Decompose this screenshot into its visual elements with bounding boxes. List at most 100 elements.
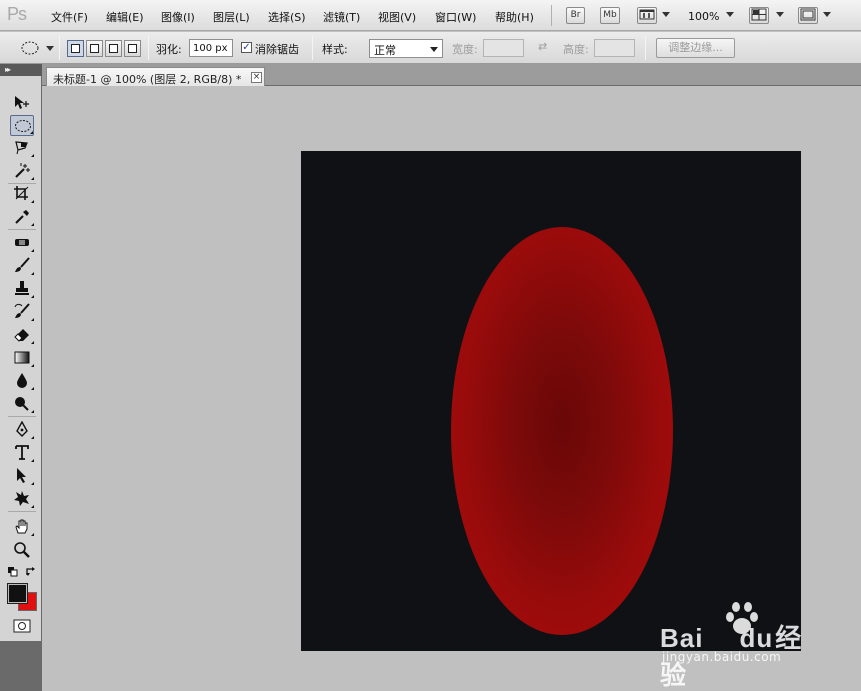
toolbox <box>0 76 42 691</box>
magic-wand-tool[interactable] <box>10 160 34 181</box>
tool-flyout-indicator <box>31 200 34 203</box>
hand-tool[interactable] <box>10 516 34 537</box>
document-canvas[interactable] <box>301 151 801 651</box>
options-bar: 羽化: ✓ 消除锯齿 样式: 正常 宽度: ⇄ 高度: 调整边缘... <box>0 32 861 64</box>
arrange-documents-button[interactable] <box>749 7 769 24</box>
document-tab[interactable]: 未标题-1 @ 100% (图层 2, RGB/8) * × <box>46 67 265 86</box>
tool-flyout-indicator <box>31 177 34 180</box>
tool-flyout-indicator <box>31 295 34 298</box>
menu-separator <box>551 5 552 26</box>
zoom-level[interactable]: 100% <box>688 10 719 23</box>
baidu-jingyan-watermark: Bai du经验 jingyan.baidu.com <box>660 600 820 690</box>
width-label: 宽度: <box>452 43 478 56</box>
antialias-checkbox[interactable]: ✓ <box>241 42 252 53</box>
zoom-tool[interactable] <box>10 539 34 560</box>
foreground-color-swatch[interactable] <box>7 583 28 604</box>
tool-flyout-indicator <box>31 318 34 321</box>
feather-input[interactable] <box>189 39 233 57</box>
menu-image[interactable]: 图像(I) <box>161 9 195 25</box>
tool-separator <box>8 416 36 417</box>
eyedropper-tool[interactable] <box>10 206 34 227</box>
refine-edge-button[interactable]: 调整边缘... <box>656 38 735 58</box>
dodge-icon <box>15 397 29 411</box>
chevron-down-icon[interactable] <box>662 12 670 17</box>
options-separator <box>312 36 313 60</box>
options-separator <box>59 36 60 60</box>
history-brush-icon <box>14 303 30 318</box>
tool-flyout-indicator <box>30 131 33 134</box>
hand-icon <box>15 519 28 534</box>
menu-filter[interactable]: 滤镜(T) <box>323 9 360 25</box>
watermark-url: jingyan.baidu.com <box>662 650 782 664</box>
red-ellipse-layer <box>451 227 673 635</box>
pen-icon <box>16 421 28 437</box>
chevron-down-icon[interactable] <box>776 12 784 17</box>
lasso-icon <box>15 141 28 155</box>
document-tab-bar: 未标题-1 @ 100% (图层 2, RGB/8) * × <box>42 64 861 86</box>
width-input[interactable] <box>483 39 524 57</box>
menu-edit[interactable]: 编辑(E) <box>106 9 144 25</box>
eraser-tool[interactable] <box>10 324 34 345</box>
gradient-icon <box>14 351 30 364</box>
magnifier-icon <box>14 542 30 558</box>
crop-tool[interactable] <box>10 183 34 204</box>
menu-select[interactable]: 选择(S) <box>268 9 306 25</box>
menu-window[interactable]: 窗口(W) <box>435 9 476 25</box>
intersect-selection-mode[interactable] <box>124 40 141 57</box>
move-tool[interactable] <box>10 92 34 113</box>
menu-help[interactable]: 帮助(H) <box>495 9 534 25</box>
swap-icon[interactable]: ⇄ <box>538 40 547 53</box>
options-separator <box>645 36 646 60</box>
blur-tool[interactable] <box>10 370 34 391</box>
type-tool[interactable] <box>10 442 34 463</box>
chevron-down-icon[interactable] <box>726 12 734 17</box>
subtract-selection-mode[interactable] <box>105 40 122 57</box>
pen-tool[interactable] <box>10 419 34 440</box>
custom-shape-tool[interactable] <box>10 488 34 509</box>
brush-tool[interactable] <box>10 255 34 276</box>
height-label: 高度: <box>563 43 589 56</box>
close-icon[interactable]: × <box>251 72 262 83</box>
elliptical-marquee-tool[interactable] <box>10 115 34 136</box>
add-selection-mode[interactable] <box>86 40 103 57</box>
chevron-down-icon[interactable] <box>46 46 54 51</box>
swap-colors-icon[interactable] <box>25 566 37 578</box>
toolbox-footer <box>0 641 42 691</box>
style-select[interactable]: 正常 <box>369 39 443 58</box>
toolbox-header[interactable]: ▸▸ <box>0 64 42 76</box>
menu-file[interactable]: 文件(F) <box>51 9 88 25</box>
chevron-down-icon[interactable] <box>823 12 831 17</box>
style-label: 样式: <box>322 43 348 56</box>
crop-icon <box>14 186 29 200</box>
chevron-down-icon <box>430 47 438 52</box>
height-input[interactable] <box>594 39 635 57</box>
eraser-icon <box>14 329 29 342</box>
quick-mask-icon[interactable] <box>13 619 31 633</box>
menu-layer[interactable]: 图层(L) <box>213 9 250 25</box>
stamp-icon <box>15 281 29 295</box>
watermark-logo-left: Bai <box>660 623 704 653</box>
tool-flyout-indicator <box>31 459 34 462</box>
new-selection-mode[interactable] <box>67 40 84 57</box>
tool-flyout-indicator <box>31 436 34 439</box>
custom-shape-icon <box>14 491 29 506</box>
mini-bridge-button[interactable]: Mb <box>600 7 620 24</box>
dodge-tool[interactable] <box>10 393 34 414</box>
bridge-button[interactable]: Br <box>566 7 585 24</box>
ellipse-marquee-preset-icon[interactable] <box>20 41 40 55</box>
arrange-grid-icon <box>751 8 767 21</box>
style-select-value: 正常 <box>374 44 396 57</box>
gradient-tool[interactable] <box>10 347 34 368</box>
bandage-icon <box>15 239 29 246</box>
screen-mode-button[interactable] <box>798 7 818 24</box>
default-colors-icon[interactable] <box>7 566 19 578</box>
history-brush-tool[interactable] <box>10 301 34 322</box>
view-extras-button[interactable] <box>637 7 657 24</box>
menu-view[interactable]: 视图(V) <box>378 9 416 25</box>
clone-stamp-tool[interactable] <box>10 278 34 299</box>
lasso-tool[interactable] <box>10 137 34 158</box>
spot-healing-tool[interactable] <box>10 232 34 253</box>
tool-flyout-indicator <box>31 249 34 252</box>
tool-separator <box>8 229 36 230</box>
path-selection-tool[interactable] <box>10 465 34 486</box>
